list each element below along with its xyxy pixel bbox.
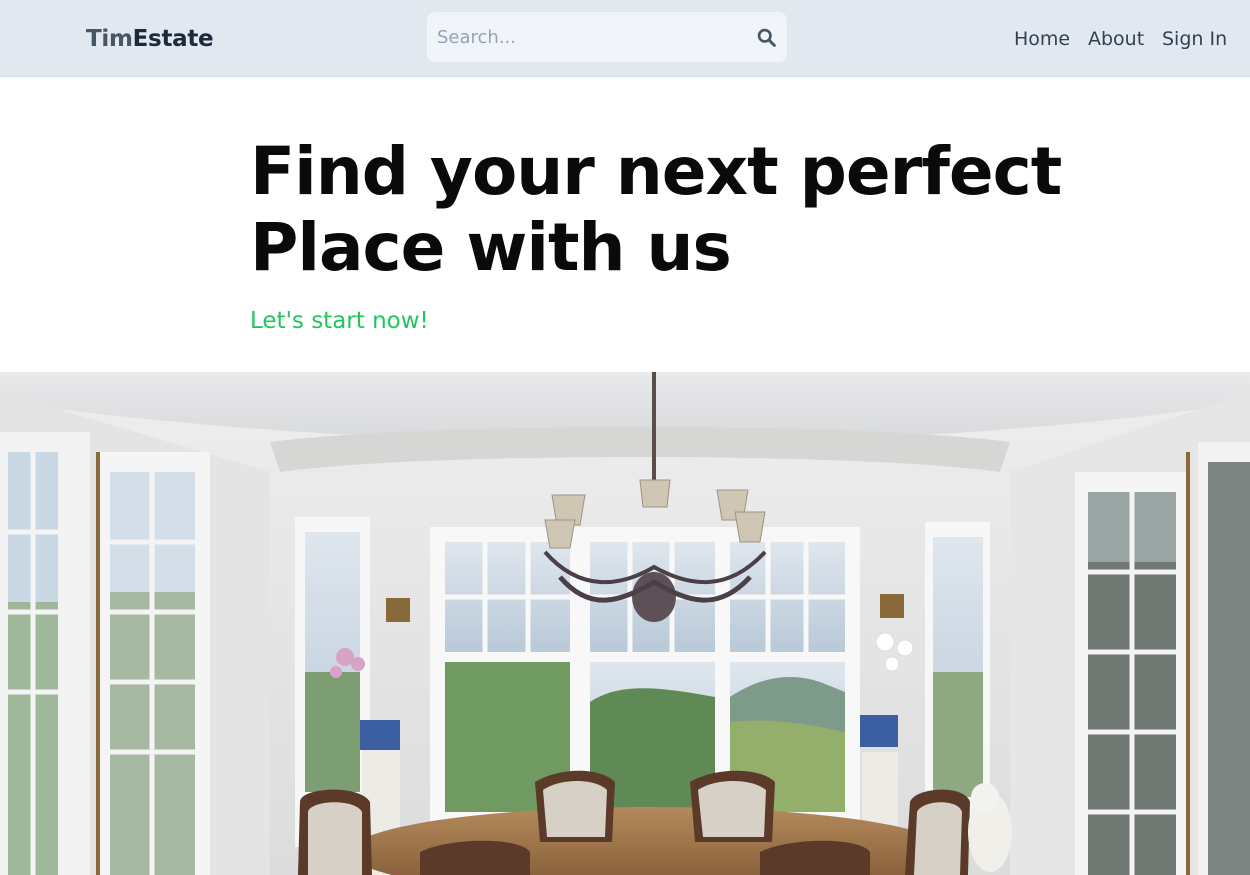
search-input[interactable] bbox=[437, 12, 737, 62]
hero-title-line-2: Place with us bbox=[250, 209, 732, 286]
nav-about[interactable]: About bbox=[1088, 24, 1144, 54]
nav-home[interactable]: Home bbox=[1014, 24, 1070, 54]
hero-title: Find your next perfect Place with us bbox=[250, 134, 1150, 286]
search-icon[interactable] bbox=[756, 27, 777, 48]
hero-subtitle-link[interactable]: Let's start now! bbox=[250, 305, 429, 337]
logo[interactable]: TimEstate bbox=[86, 24, 214, 54]
logo-part-estate: Estate bbox=[132, 26, 214, 52]
search-bar bbox=[427, 12, 787, 62]
hero-image bbox=[0, 372, 1250, 875]
logo-part-tim: Tim bbox=[86, 26, 133, 52]
header: TimEstate Home About Sign In bbox=[0, 0, 1250, 77]
nav-sign-in[interactable]: Sign In bbox=[1162, 24, 1227, 54]
hero-title-line-1: Find your next perfect bbox=[250, 133, 1062, 210]
